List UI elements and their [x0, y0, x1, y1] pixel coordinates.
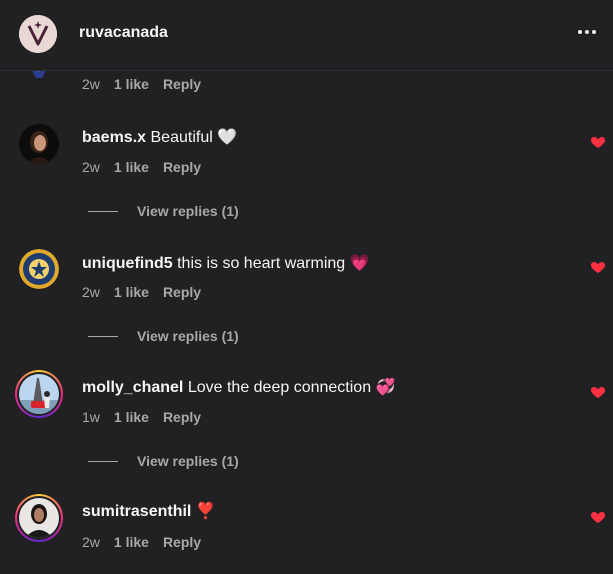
comment-likes[interactable]: 1 like: [114, 76, 149, 92]
comment-time: 2w: [82, 76, 100, 92]
comment-likes[interactable]: 1 like: [114, 159, 149, 175]
reply-button[interactable]: Reply: [163, 409, 201, 425]
comment-text: baems.x Beautiful 🤍: [82, 127, 237, 147]
emoji: ❣️: [195, 503, 216, 520]
emoji: 🤍: [217, 129, 238, 146]
heart-icon[interactable]: [590, 384, 606, 400]
view-replies-button[interactable]: View replies (1): [88, 453, 239, 469]
emoji: 💞: [375, 379, 396, 396]
view-replies-button[interactable]: View replies (1): [88, 328, 239, 344]
comment-time: 2w: [82, 159, 100, 175]
comment-username[interactable]: uniquefind5: [82, 255, 173, 272]
view-replies-label[interactable]: View replies (1): [137, 328, 239, 344]
avatar-story-ring[interactable]: [15, 370, 63, 418]
comment-body: this is so heart warming: [177, 255, 346, 272]
replies-divider: [88, 460, 118, 462]
comment-meta: 2w 1 like Reply: [82, 284, 201, 300]
comment-username[interactable]: sumitrasenthil: [82, 503, 191, 520]
comment-meta: 2w 1 like Reply: [82, 159, 201, 175]
avatar[interactable]: [19, 124, 59, 164]
view-replies-label[interactable]: View replies (1): [137, 453, 239, 469]
comment-meta: 2w 1 like Reply: [82, 534, 201, 550]
comment-time: 1w: [82, 409, 100, 425]
account-name[interactable]: ruvacanada: [79, 24, 168, 42]
replies-divider: [88, 335, 118, 337]
reply-button[interactable]: Reply: [163, 534, 201, 550]
reply-button[interactable]: Reply: [163, 159, 201, 175]
comment-username[interactable]: molly_chanel: [82, 379, 183, 396]
replies-divider: [88, 210, 118, 212]
view-replies-label[interactable]: View replies (1): [137, 203, 239, 219]
reply-button[interactable]: Reply: [163, 76, 201, 92]
emoji: 💗: [349, 255, 370, 272]
comment-time: 2w: [82, 284, 100, 300]
avatar-inner: [17, 496, 61, 540]
post-header: ruvacanada: [0, 0, 613, 71]
comment-body: Love the deep connection: [187, 379, 372, 396]
heart-icon[interactable]: [590, 134, 606, 150]
comment-text: sumitrasenthil ❣️: [82, 501, 216, 521]
comment-meta: 1w 1 like Reply: [82, 409, 201, 425]
comment-likes[interactable]: 1 like: [114, 534, 149, 550]
comment-text: molly_chanel Love the deep connection 💞: [82, 377, 395, 397]
heart-icon[interactable]: [590, 259, 606, 275]
comment-meta: 2w 1 like Reply: [82, 76, 201, 92]
comment-body: Beautiful: [150, 129, 213, 146]
avatar: [19, 374, 59, 414]
comment-username[interactable]: baems.x: [82, 129, 146, 146]
reply-button[interactable]: Reply: [163, 284, 201, 300]
more-horizontal-icon[interactable]: [576, 24, 598, 40]
comment-likes[interactable]: 1 like: [114, 284, 149, 300]
comment-time: 2w: [82, 534, 100, 550]
comment-text: uniquefind5 this is so heart warming 💗: [82, 253, 370, 273]
avatar: [19, 498, 59, 538]
view-replies-button[interactable]: View replies (1): [88, 203, 239, 219]
avatar-inner: [17, 372, 61, 416]
avatar[interactable]: [19, 249, 59, 289]
avatar-story-ring[interactable]: [15, 494, 63, 542]
heart-icon[interactable]: [590, 509, 606, 525]
comment-likes[interactable]: 1 like: [114, 409, 149, 425]
account-avatar[interactable]: [19, 15, 57, 53]
